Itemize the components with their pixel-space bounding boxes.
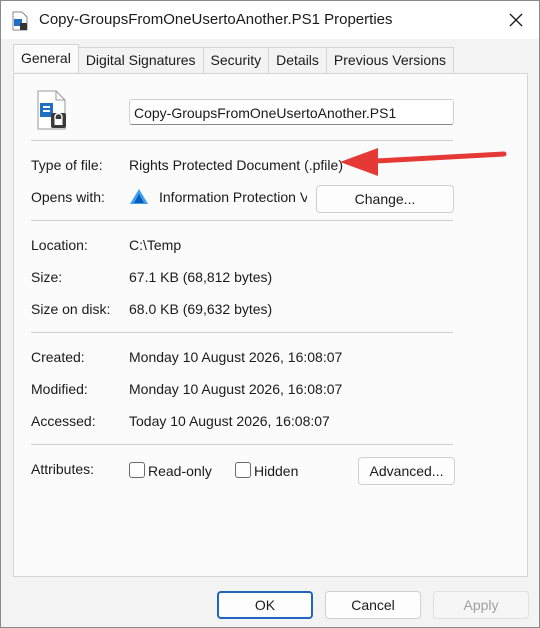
attributes-label: Attributes: <box>31 461 95 477</box>
size-value: 67.1 KB (68,812 bytes) <box>129 269 273 285</box>
tab-digital-signatures[interactable]: Digital Signatures <box>77 47 204 73</box>
red-arrow-annotation <box>336 144 508 181</box>
advanced-button[interactable]: Advanced... <box>358 457 455 485</box>
title-bar: Copy-GroupsFromOneUsertoAnother.PS1 Prop… <box>1 1 539 39</box>
close-button[interactable] <box>493 1 539 39</box>
apply-button[interactable]: Apply <box>433 591 529 619</box>
hidden-label[interactable]: Hidden <box>254 463 298 479</box>
separator <box>31 220 453 221</box>
separator <box>31 332 453 333</box>
tab-strip: General Digital Signatures Security Deta… <box>13 44 454 73</box>
read-only-label[interactable]: Read-only <box>148 463 212 479</box>
window-title: Copy-GroupsFromOneUsertoAnother.PS1 Prop… <box>39 11 393 28</box>
ok-button[interactable]: OK <box>217 591 313 619</box>
hidden-checkbox[interactable] <box>235 462 251 478</box>
file-icon <box>11 11 29 31</box>
general-panel: Copy-GroupsFromOneUsertoAnother.PS1 Type… <box>13 73 528 577</box>
modified-label: Modified: <box>31 381 88 397</box>
accessed-value: Today 10 August 2026, 16:08:07 <box>129 413 330 429</box>
read-only-checkbox[interactable] <box>129 462 145 478</box>
cancel-button[interactable]: Cancel <box>325 591 421 619</box>
accessed-label: Accessed: <box>31 413 96 429</box>
close-icon <box>509 13 523 27</box>
created-label: Created: <box>31 349 85 365</box>
tab-security[interactable]: Security <box>202 47 270 73</box>
size-on-disk-value: 68.0 KB (69,632 bytes) <box>129 301 273 317</box>
type-value: Rights Protected Document (.pfile) <box>129 157 343 173</box>
type-label: Type of file: <box>31 157 103 173</box>
protected-file-icon <box>34 90 68 133</box>
information-protection-icon <box>129 188 149 209</box>
opens-with-value: Information Protection Vie <box>159 189 307 205</box>
modified-value: Monday 10 August 2026, 16:08:07 <box>129 381 343 397</box>
created-value: Monday 10 August 2026, 16:08:07 <box>129 349 343 365</box>
separator <box>31 444 453 445</box>
opens-with-label: Opens with: <box>31 189 105 205</box>
tab-previous-versions[interactable]: Previous Versions <box>325 47 454 73</box>
tab-general[interactable]: General <box>13 44 79 72</box>
size-on-disk-label: Size on disk: <box>31 301 111 317</box>
location-label: Location: <box>31 237 88 253</box>
properties-dialog: Copy-GroupsFromOneUsertoAnother.PS1 Prop… <box>0 0 540 628</box>
tab-details[interactable]: Details <box>268 47 327 73</box>
size-label: Size: <box>31 269 63 285</box>
separator <box>31 140 453 141</box>
location-value: C:\Temp <box>129 237 182 253</box>
file-name-input[interactable]: Copy-GroupsFromOneUsertoAnother.PS1 <box>129 99 454 125</box>
change-button[interactable]: Change... <box>316 185 454 213</box>
